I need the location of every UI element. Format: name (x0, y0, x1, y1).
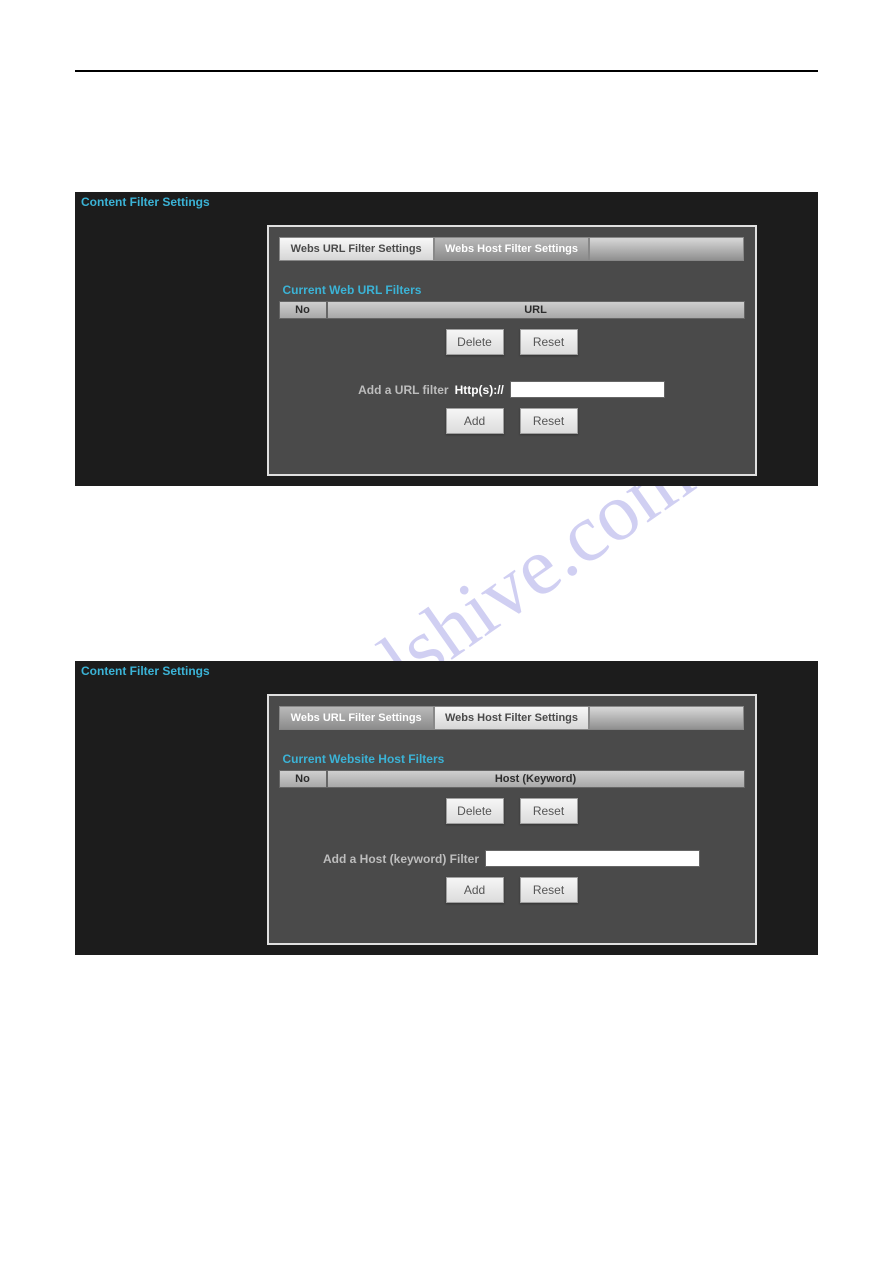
url-filter-input[interactable] (510, 381, 665, 398)
add-host-filter-button-row: Add Reset (279, 877, 745, 903)
add-filter-button-row: Add Reset (279, 408, 745, 434)
host-filter-table-header: No Host (Keyword) (279, 770, 745, 788)
add-host-filter-label: Add a Host (keyword) Filter (323, 852, 479, 866)
add-host-filter-row: Add a Host (keyword) Filter (279, 850, 745, 867)
tab-bar-2: Webs URL Filter Settings Webs Host Filte… (279, 706, 745, 730)
tab-blank-2 (589, 706, 744, 730)
filter-table-header: No URL (279, 301, 745, 319)
top-divider (75, 70, 818, 72)
add-url-filter-label: Add a URL filter (358, 383, 448, 397)
host-filter-input[interactable] (485, 850, 700, 867)
reset-button[interactable]: Reset (520, 329, 578, 355)
delete-button[interactable]: Delete (446, 329, 504, 355)
host-filter-button-row: Delete Reset (279, 798, 745, 824)
url-prefix-label: Http(s):// (455, 383, 504, 397)
delete-button-2[interactable]: Delete (446, 798, 504, 824)
content-filter-panel-host: Content Filter Settings Webs URL Filter … (75, 661, 818, 955)
table-header-no-2: No (279, 770, 327, 788)
panel-divider-2 (75, 681, 818, 694)
table-header-host: Host (Keyword) (327, 770, 745, 788)
tab-url-filter-2[interactable]: Webs URL Filter Settings (279, 706, 434, 730)
panel-title-2: Content Filter Settings (75, 661, 818, 681)
reset-button-3[interactable]: Reset (520, 798, 578, 824)
table-header-url: URL (327, 301, 745, 319)
add-url-filter-row: Add a URL filter Http(s):// (279, 381, 745, 398)
filter-button-row: Delete Reset (279, 329, 745, 355)
panel-inner-2: Webs URL Filter Settings Webs Host Filte… (267, 694, 757, 945)
tab-blank (589, 237, 744, 261)
table-header-no: No (279, 301, 327, 319)
panel-inner: Webs URL Filter Settings Webs Host Filte… (267, 225, 757, 476)
content-filter-panel-url: Content Filter Settings Webs URL Filter … (75, 192, 818, 486)
section-label-current-filters: Current Web URL Filters (283, 283, 745, 297)
panel-title: Content Filter Settings (75, 192, 818, 212)
tab-host-filter-2[interactable]: Webs Host Filter Settings (434, 706, 589, 730)
tab-host-filter[interactable]: Webs Host Filter Settings (434, 237, 589, 261)
add-button[interactable]: Add (446, 408, 504, 434)
add-button-2[interactable]: Add (446, 877, 504, 903)
reset-button-4[interactable]: Reset (520, 877, 578, 903)
section-label-current-host-filters: Current Website Host Filters (283, 752, 745, 766)
panel-divider (75, 212, 818, 225)
page-content: Content Filter Settings Webs URL Filter … (0, 0, 893, 955)
tab-url-filter[interactable]: Webs URL Filter Settings (279, 237, 434, 261)
reset-button-2[interactable]: Reset (520, 408, 578, 434)
tab-bar: Webs URL Filter Settings Webs Host Filte… (279, 237, 745, 261)
vertical-gap (75, 486, 818, 661)
